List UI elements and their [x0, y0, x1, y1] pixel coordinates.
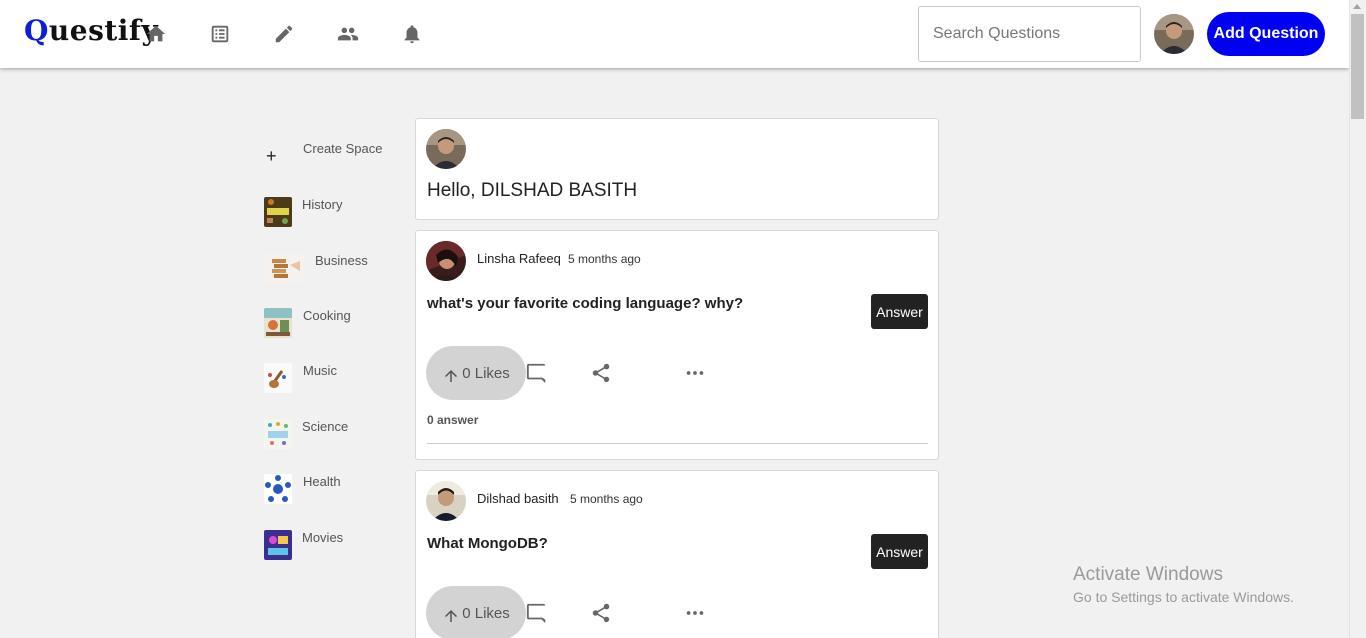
- list-icon[interactable]: [206, 20, 234, 48]
- science-thumbnail: [264, 419, 292, 449]
- create-space-label: Create Space: [303, 141, 383, 156]
- top-header: Questify Add Question: [0, 0, 1349, 68]
- more-options-icon[interactable]: [683, 361, 707, 385]
- author-name[interactable]: Dilshad basith: [477, 491, 559, 506]
- space-label: Business: [315, 253, 368, 268]
- space-label: Science: [302, 419, 349, 434]
- space-item-movies[interactable]: Movies: [260, 530, 400, 562]
- space-item-health[interactable]: Health: [260, 474, 400, 506]
- author-avatar[interactable]: [426, 241, 466, 281]
- cooking-thumbnail: [264, 308, 292, 338]
- question-card: Dilshad basith 5 months ago What MongoDB…: [415, 470, 939, 638]
- business-thumbnail: [264, 253, 304, 283]
- answer-button[interactable]: Answer: [871, 294, 928, 329]
- share-icon[interactable]: [589, 601, 613, 625]
- home-icon[interactable]: [142, 20, 170, 48]
- comment-icon[interactable]: [525, 601, 549, 625]
- activation-watermark-subtitle: Go to Settings to activate Windows.: [1073, 589, 1294, 605]
- post-time: 5 months ago: [568, 252, 641, 266]
- like-count: 0 Likes: [462, 364, 510, 382]
- greeting-text: Hello, DILSHAD BASITH: [427, 180, 638, 201]
- bell-icon[interactable]: [398, 20, 426, 48]
- author-name[interactable]: Linsha Rafeeq: [477, 251, 561, 266]
- edit-icon[interactable]: [270, 20, 298, 48]
- app-logo[interactable]: Questify: [24, 14, 158, 47]
- create-space-button[interactable]: + Create Space: [260, 130, 400, 166]
- music-thumbnail: [264, 363, 292, 393]
- space-label: Health: [303, 474, 341, 489]
- comment-icon[interactable]: [525, 361, 549, 385]
- search-input[interactable]: [918, 6, 1141, 62]
- activation-watermark-title: Activate Windows: [1073, 564, 1223, 585]
- plus-icon: +: [266, 146, 277, 166]
- question-text[interactable]: What MongoDB?: [427, 535, 548, 552]
- like-button[interactable]: 0 Likes: [426, 586, 526, 638]
- scrollbar-thumb[interactable]: [1351, 14, 1364, 119]
- like-button[interactable]: 0 Likes: [426, 346, 526, 400]
- more-options-icon[interactable]: [683, 601, 707, 625]
- people-icon[interactable]: [334, 20, 362, 48]
- space-item-science[interactable]: Science: [260, 419, 400, 451]
- user-avatar[interactable]: [1154, 14, 1194, 54]
- health-thumbnail: [264, 474, 292, 504]
- user-avatar[interactable]: [426, 129, 466, 169]
- arrow-up-icon: [445, 610, 458, 622]
- share-icon[interactable]: [589, 361, 613, 385]
- space-label: Cooking: [303, 308, 351, 323]
- like-count: 0 Likes: [462, 604, 510, 622]
- space-label: History: [302, 197, 343, 212]
- space-item-business[interactable]: Business: [260, 253, 400, 285]
- space-item-music[interactable]: Music: [260, 363, 400, 395]
- space-label: Music: [303, 363, 337, 378]
- history-thumbnail: [264, 197, 292, 227]
- answer-count: 0 answer: [427, 413, 479, 427]
- movies-thumbnail: [264, 530, 292, 560]
- question-text[interactable]: what's your favorite coding language? wh…: [427, 295, 743, 312]
- author-avatar[interactable]: [426, 481, 466, 521]
- arrow-up-icon: [445, 370, 458, 382]
- post-time: 5 months ago: [570, 492, 643, 506]
- add-question-button[interactable]: Add Question: [1207, 12, 1325, 56]
- answer-button[interactable]: Answer: [871, 534, 928, 569]
- space-item-cooking[interactable]: Cooking: [260, 308, 400, 340]
- space-item-history[interactable]: History: [260, 197, 400, 229]
- scroll-up-arrow[interactable]: [1353, 4, 1361, 9]
- greeting-card: Hello, DILSHAD BASITH: [415, 118, 939, 220]
- divider: [427, 443, 928, 444]
- question-card: Linsha Rafeeq 5 months ago what's your f…: [415, 230, 939, 460]
- space-label: Movies: [302, 530, 344, 545]
